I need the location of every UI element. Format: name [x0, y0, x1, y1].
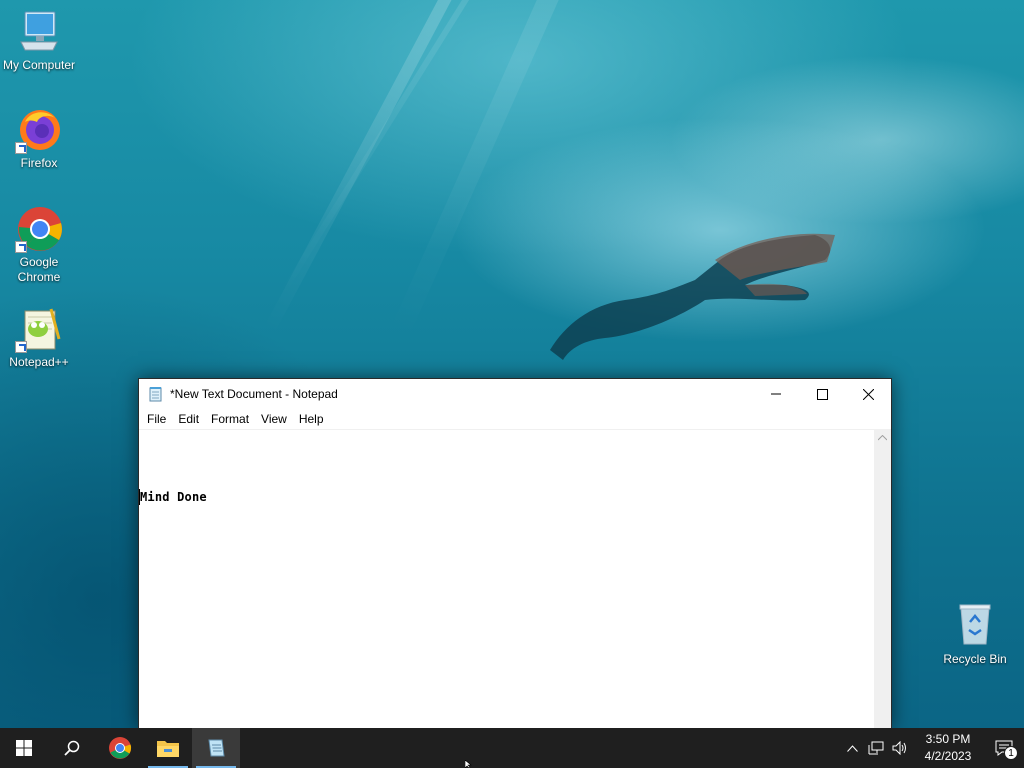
- menu-bar: File Edit Format View Help: [139, 409, 891, 429]
- computer-icon: [15, 8, 63, 56]
- recycle-bin-icon: [951, 600, 999, 648]
- volume-button[interactable]: [888, 728, 912, 768]
- desktop-icon-recycle-bin[interactable]: Recycle Bin: [937, 600, 1013, 666]
- desktop-icon-label: Google Chrome: [17, 255, 61, 284]
- clock-time: 3:50 PM: [925, 732, 971, 746]
- show-hidden-icons-button[interactable]: [840, 728, 864, 768]
- diver-silhouette: [550, 233, 835, 360]
- desktop-icon-notepad-plus-plus[interactable]: Notepad++: [1, 305, 77, 370]
- minimize-button[interactable]: [753, 379, 799, 409]
- desktop-icon-firefox[interactable]: Firefox: [1, 106, 77, 171]
- system-tray: 3:50 PM 4/2/2023 1: [840, 728, 1024, 768]
- menu-edit[interactable]: Edit: [172, 409, 205, 429]
- mouse-cursor-icon: [465, 760, 472, 768]
- chevron-up-icon: [846, 744, 858, 752]
- editor-content: Mind Done: [140, 490, 207, 504]
- desktop-icon-label: Notepad++: [9, 355, 69, 369]
- menu-format[interactable]: Format: [205, 409, 255, 429]
- notepad-icon: [148, 386, 164, 402]
- clock-date: 4/2/2023: [924, 749, 972, 763]
- chrome-icon: [15, 205, 63, 253]
- clock[interactable]: 3:50 PM 4/2/2023: [912, 731, 984, 765]
- desktop-icon-label: Recycle Bin: [943, 652, 1007, 666]
- notepadpp-icon: [15, 305, 63, 353]
- scroll-up-button[interactable]: [874, 429, 891, 446]
- title-bar[interactable]: *New Text Document - Notepad: [139, 379, 891, 409]
- search-icon: [64, 740, 80, 756]
- search-button[interactable]: [48, 728, 96, 768]
- notepad-icon: [208, 739, 225, 757]
- network-icon: [868, 741, 884, 755]
- notepad-window[interactable]: *New Text Document - Notepad File Edit F…: [138, 378, 892, 730]
- network-button[interactable]: [864, 728, 888, 768]
- taskbar: 3:50 PM 4/2/2023 1: [0, 728, 1024, 768]
- menu-file[interactable]: File: [141, 409, 172, 429]
- start-icon: [16, 740, 32, 756]
- vertical-scrollbar[interactable]: [874, 429, 891, 729]
- volume-icon: [892, 741, 906, 755]
- window-title: *New Text Document - Notepad: [170, 387, 338, 401]
- menu-view[interactable]: View: [255, 409, 293, 429]
- taskbar-notepad[interactable]: [192, 728, 240, 768]
- maximize-icon: [816, 388, 828, 400]
- action-center-button[interactable]: 1: [984, 728, 1024, 768]
- desktop-icon-label: Firefox: [20, 156, 58, 170]
- chevron-up-icon: [878, 434, 887, 440]
- menu-help[interactable]: Help: [293, 409, 330, 429]
- minimize-icon: [771, 393, 781, 395]
- desktop-icon-my-computer[interactable]: My Computer: [1, 8, 77, 73]
- firefox-icon: [15, 106, 63, 154]
- file-explorer-icon: [157, 741, 179, 757]
- taskbar-file-explorer[interactable]: [144, 728, 192, 768]
- text-editor-area[interactable]: Mind Done: [139, 429, 891, 729]
- maximize-button[interactable]: [799, 379, 845, 409]
- chrome-icon: [109, 737, 132, 759]
- close-icon: [862, 388, 874, 400]
- close-button[interactable]: [845, 379, 891, 409]
- desktop-icon-label: My Computer: [2, 58, 76, 72]
- taskbar-chrome[interactable]: [96, 728, 144, 768]
- desktop-icon-google-chrome[interactable]: Google Chrome: [1, 205, 77, 285]
- notification-badge: 1: [1004, 746, 1018, 760]
- start-button[interactable]: [0, 728, 48, 768]
